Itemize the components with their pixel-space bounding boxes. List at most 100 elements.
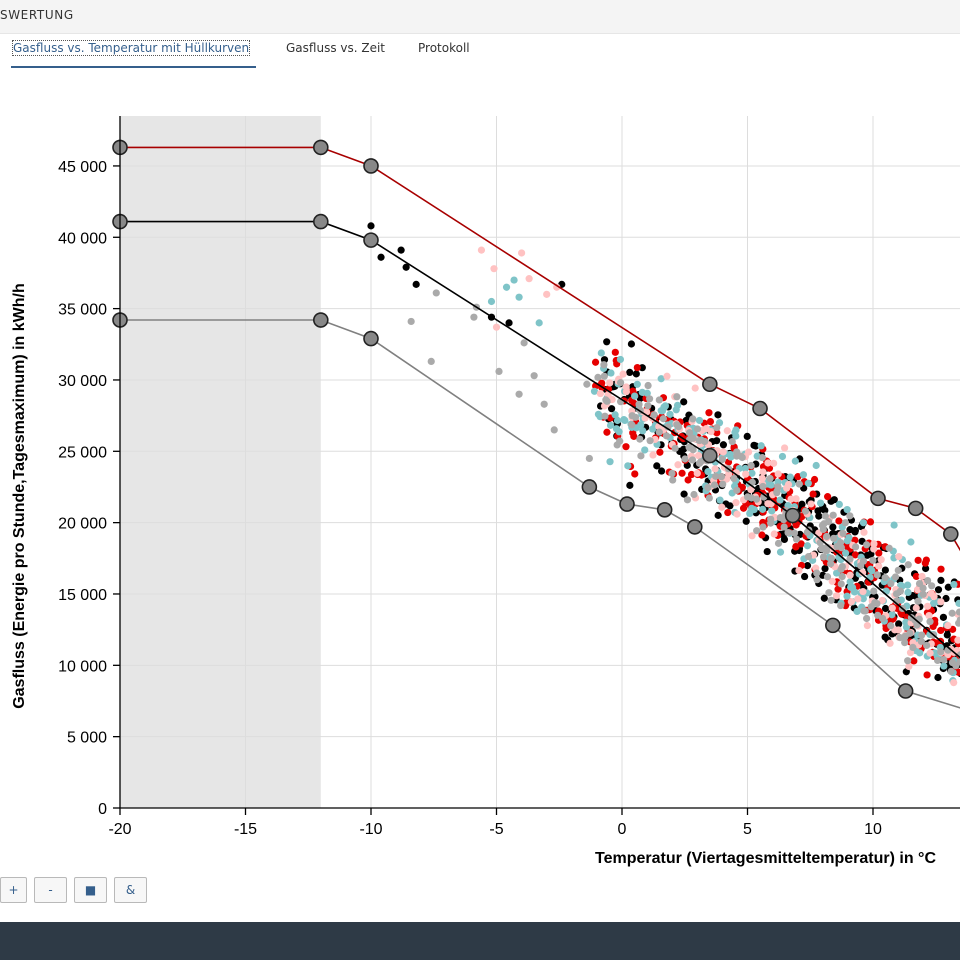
scatter-point	[626, 368, 634, 377]
scatter-point	[656, 448, 664, 456]
scatter-point	[659, 415, 667, 423]
scatter-point	[934, 673, 942, 682]
scatter-point	[596, 389, 605, 398]
scatter-point	[860, 528, 868, 536]
x-tick-label: -20	[108, 821, 131, 838]
x-tick-label: -5	[489, 821, 503, 838]
zoom-in-button[interactable]: +	[0, 877, 27, 903]
scatter-point	[846, 571, 854, 579]
scatter-point	[770, 530, 778, 538]
scatter-point	[914, 556, 922, 564]
scatter-point	[866, 518, 875, 526]
scatter-point	[397, 246, 405, 254]
scatter-point	[767, 519, 775, 527]
scatter-point	[821, 512, 829, 520]
scatter-point	[830, 534, 838, 542]
scatter-point	[923, 671, 931, 679]
scatter-point	[650, 411, 658, 419]
scatter-point	[950, 580, 958, 589]
shaded-region	[120, 116, 321, 808]
scatter-point	[888, 604, 896, 612]
scatter-point	[649, 451, 657, 459]
scatter-point	[860, 607, 868, 615]
envelope-marker	[907, 500, 924, 517]
scatter-point	[607, 369, 615, 377]
envelope-marker	[312, 139, 329, 156]
scatter-point	[795, 566, 803, 575]
scatter-point	[823, 573, 832, 581]
scatter-point	[845, 534, 853, 542]
scatter-point	[591, 358, 600, 366]
scatter-point	[807, 500, 815, 508]
scatter-point	[914, 597, 922, 605]
scatter-point	[714, 411, 722, 419]
scatter-point	[912, 604, 920, 612]
scatter-point	[766, 474, 774, 483]
scatter-point	[835, 500, 843, 509]
scatter-point	[851, 528, 859, 536]
scatter-point	[681, 455, 689, 463]
scatter-point	[632, 370, 640, 378]
scatter-point	[825, 589, 833, 597]
scatter-point	[885, 544, 893, 552]
scatter-point	[597, 349, 605, 357]
scatter-point	[776, 496, 784, 504]
scatter-point	[611, 348, 619, 356]
scatter-point	[888, 611, 896, 619]
envelope-marker	[825, 617, 841, 634]
y-tick-label: 15 000	[58, 587, 107, 604]
scatter-point	[470, 313, 478, 321]
scatter-point	[778, 452, 787, 461]
scatter-point	[732, 499, 740, 507]
scatter-point	[947, 667, 955, 676]
scatter-point	[492, 323, 501, 331]
envelope-marker	[581, 479, 598, 495]
y-tick-label: 35 000	[58, 302, 107, 319]
tab-protokoll[interactable]: Protokoll	[418, 41, 470, 55]
scatter-point	[926, 618, 934, 626]
scatter-point	[636, 435, 644, 443]
y-tick-label: 0	[98, 801, 107, 818]
scatter-point	[748, 469, 756, 477]
scatter-point	[622, 443, 630, 451]
scatter-point	[622, 388, 630, 396]
scatter-point	[792, 535, 801, 543]
scatter-point	[377, 253, 385, 261]
x-axis-label: Temperatur (Viertagesmitteltemperatur) i…	[595, 850, 936, 867]
scatter-point	[631, 470, 639, 478]
scatter-point	[939, 613, 948, 621]
y-tick-label: 30 000	[58, 373, 107, 390]
scatter-point	[812, 461, 820, 470]
footer-bar	[0, 922, 960, 960]
tab-gasfluss-temperatur[interactable]: Gasfluss vs. Temperatur mit Hüllkurven	[11, 40, 251, 56]
combine-button[interactable]: &	[114, 877, 147, 903]
scatter-point	[758, 474, 766, 482]
scatter-point	[717, 473, 726, 481]
scatter-point	[838, 572, 846, 581]
x-tick-label: 0	[618, 821, 627, 838]
scatter-point	[813, 569, 821, 577]
scatter-point	[846, 512, 854, 520]
scatter-point	[853, 607, 861, 616]
scatter-point	[502, 283, 511, 291]
shaded-region-group	[120, 116, 321, 808]
app-title: SWERTUNG	[0, 8, 74, 22]
scatter-point	[937, 598, 945, 606]
tab-gasfluss-zeit[interactable]: Gasfluss vs. Zeit	[286, 41, 385, 55]
zoom-out-button[interactable]: -	[34, 877, 67, 903]
scatter-point	[515, 293, 523, 301]
y-tick-label: 40 000	[58, 230, 107, 247]
scatter-point	[822, 547, 831, 555]
scatter-point	[753, 527, 761, 535]
x-tick-label: 5	[743, 821, 752, 838]
scatter-point	[719, 480, 727, 488]
reset-view-button[interactable]: ■	[74, 877, 107, 903]
scatter-point	[803, 542, 812, 550]
scatter-point	[704, 483, 712, 492]
scatter-point	[757, 442, 765, 450]
envelope-marker	[702, 376, 718, 393]
scatter-point	[783, 484, 791, 492]
scatter-point	[662, 432, 671, 440]
scatter-point	[616, 355, 625, 364]
scatter-point	[937, 565, 945, 573]
